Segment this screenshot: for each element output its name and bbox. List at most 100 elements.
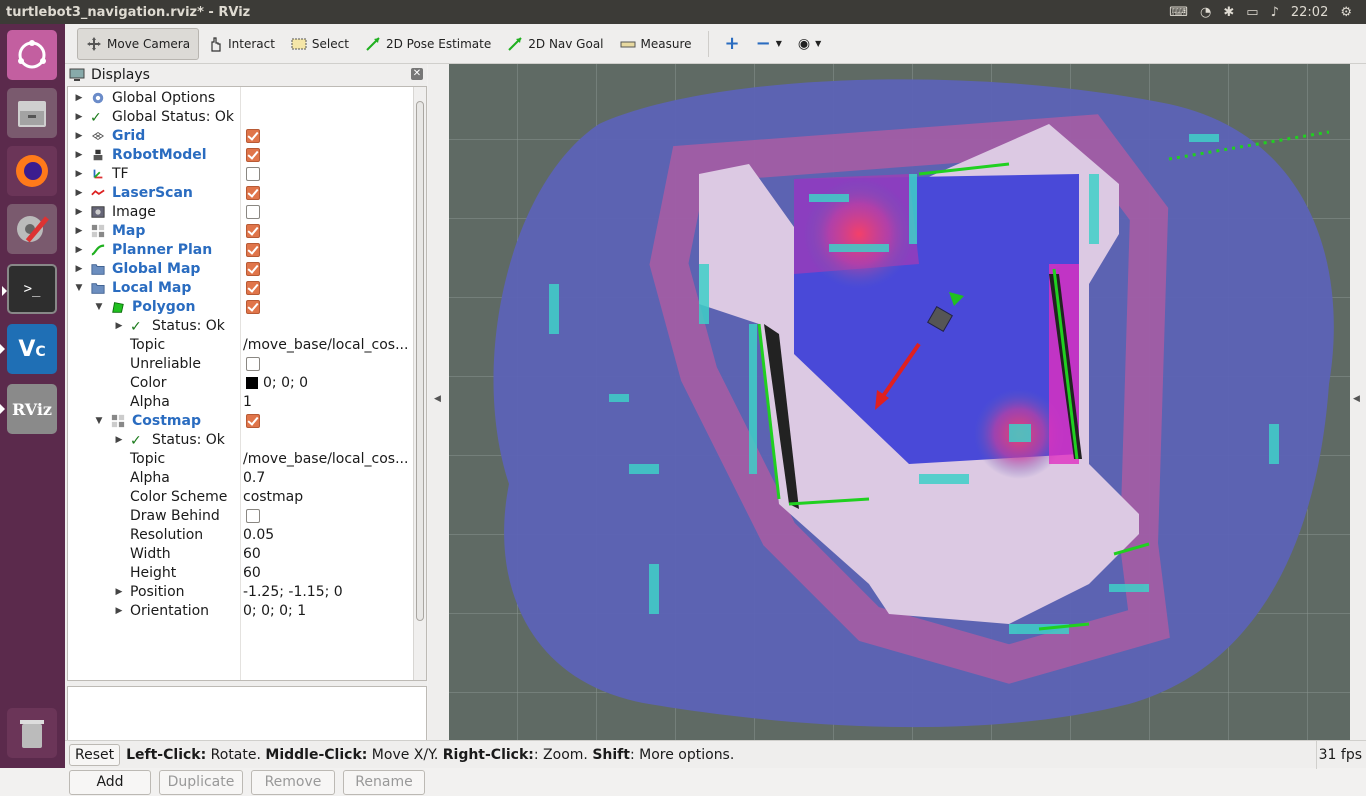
tf-enabled-checkbox[interactable]	[246, 166, 260, 181]
planner-plan-enabled-checkbox[interactable]	[246, 242, 260, 257]
tree-item-planner-plan[interactable]: ▶ Planner Plan	[68, 240, 414, 259]
property-costmap-topic[interactable]: Topic /move_base/local_cos...	[68, 449, 414, 468]
tree-item-laserscan[interactable]: ▶ LaserScan	[68, 183, 414, 202]
tree-item-tf[interactable]: ▶ TF	[68, 164, 414, 183]
property-costmap-orientation[interactable]: ▶ Orientation 0; 0; 0; 1	[68, 601, 414, 620]
global-map-enabled-checkbox[interactable]	[246, 261, 260, 276]
panel-button-row: Add Duplicate Remove Rename	[67, 770, 427, 796]
expand-arrow-icon[interactable]: ▶	[114, 435, 124, 445]
expand-arrow-icon[interactable]: ▶	[74, 169, 84, 179]
collapse-arrow-icon[interactable]: ▼	[74, 283, 84, 293]
system-settings-icon[interactable]	[7, 204, 57, 254]
robot-icon	[93, 149, 103, 160]
expand-arrow-icon[interactable]: ▶	[74, 93, 84, 103]
expand-arrow-icon[interactable]: ▶	[74, 207, 84, 217]
clock[interactable]: 22:02	[1291, 5, 1328, 20]
collapse-arrow-icon[interactable]: ▼	[94, 416, 104, 426]
draw-behind-checkbox[interactable]	[246, 508, 260, 523]
remove-button[interactable]: Remove	[251, 770, 335, 795]
collapse-arrow-icon[interactable]: ▼	[94, 302, 104, 312]
volume-icon[interactable]: ♪	[1271, 5, 1279, 20]
expand-arrow-icon[interactable]: ▶	[114, 587, 124, 597]
close-panel-icon[interactable]: ✕	[411, 68, 423, 80]
property-polygon-unreliable[interactable]: Unreliable	[68, 354, 414, 373]
vnc-viewer-icon[interactable]: VC	[0, 324, 57, 374]
tree-scrollbar[interactable]	[413, 87, 426, 680]
battery-icon[interactable]: ▭	[1246, 5, 1258, 20]
expand-arrow-icon[interactable]: ▶	[74, 112, 84, 122]
property-costmap-position[interactable]: ▶ Position -1.25; -1.15; 0	[68, 582, 414, 601]
duplicate-button[interactable]: Duplicate	[159, 770, 243, 795]
property-costmap-height[interactable]: Height 60	[68, 563, 414, 582]
property-costmap-alpha[interactable]: Alpha 0.7	[68, 468, 414, 487]
keyboard-icon[interactable]: ⌨	[1169, 5, 1188, 20]
expand-arrow-icon[interactable]: ▶	[74, 245, 84, 255]
move-camera-tool[interactable]: Move Camera	[77, 27, 200, 60]
tree-item-global-map[interactable]: ▶ Global Map	[68, 259, 414, 278]
expand-arrow-icon[interactable]: ▶	[114, 606, 124, 616]
tree-item-costmap-status[interactable]: ▶ ✓ Status: Ok	[68, 430, 414, 449]
add-button[interactable]: Add	[69, 770, 151, 795]
measure-tool[interactable]: Measure	[612, 28, 700, 60]
tree-item-robotmodel[interactable]: ▶ RobotModel	[68, 145, 414, 164]
nav-goal-tool[interactable]: 2D Nav Goal	[499, 28, 611, 60]
firefox-icon[interactable]	[7, 146, 57, 196]
right-dock-handle[interactable]: ◀	[1350, 64, 1366, 740]
property-polygon-alpha[interactable]: Alpha 1	[68, 392, 414, 411]
property-costmap-width[interactable]: Width 60	[68, 544, 414, 563]
pose-estimate-tool[interactable]: 2D Pose Estimate	[357, 28, 499, 60]
map-enabled-checkbox[interactable]	[246, 223, 260, 238]
map-grid-icon	[111, 414, 125, 427]
expand-arrow-icon[interactable]: ▶	[74, 131, 84, 141]
color-swatch[interactable]	[246, 376, 258, 389]
left-dock-handle[interactable]: ◀	[428, 64, 449, 740]
collapse-left-icon[interactable]: ◀	[434, 394, 441, 404]
property-polygon-color[interactable]: Color 0; 0; 0	[68, 373, 414, 392]
expand-arrow-icon[interactable]: ▶	[74, 226, 84, 236]
local-map-enabled-checkbox[interactable]	[246, 280, 260, 295]
tree-item-map[interactable]: ▶ Map	[68, 221, 414, 240]
bluetooth-icon[interactable]: ✱	[1223, 5, 1234, 20]
tree-item-polygon[interactable]: ▼ Polygon	[68, 297, 414, 316]
add-tool-button[interactable]: +	[717, 28, 748, 60]
files-icon[interactable]	[7, 88, 57, 138]
interact-tool[interactable]: Interact	[199, 28, 283, 60]
expand-arrow-icon[interactable]: ▶	[114, 321, 124, 331]
select-tool[interactable]: Select	[283, 28, 357, 60]
property-costmap-draw-behind[interactable]: Draw Behind	[68, 506, 414, 525]
expand-arrow-icon[interactable]: ▶	[74, 150, 84, 160]
costmap-enabled-checkbox[interactable]	[246, 413, 260, 428]
property-costmap-color-scheme[interactable]: Color Scheme costmap	[68, 487, 414, 506]
wifi-icon[interactable]: ◔	[1200, 5, 1211, 20]
tree-item-global-options[interactable]: ▶ Global Options	[68, 88, 414, 107]
rviz-icon[interactable]: RViz	[0, 384, 57, 434]
settings-gear-icon[interactable]: ⚙	[1340, 5, 1352, 20]
image-enabled-checkbox[interactable]	[246, 204, 260, 219]
tree-item-global-status[interactable]: ▶ ✓ Global Status: Ok	[68, 107, 414, 126]
tree-item-polygon-status[interactable]: ▶ ✓ Status: Ok	[68, 316, 414, 335]
unreliable-checkbox[interactable]	[246, 356, 260, 371]
rename-button[interactable]: Rename	[343, 770, 425, 795]
tree-item-image[interactable]: ▶ Image	[68, 202, 414, 221]
property-costmap-resolution[interactable]: Resolution 0.05	[68, 525, 414, 544]
monitor-icon	[69, 68, 85, 81]
3d-render-view[interactable]	[449, 64, 1350, 740]
panels-view-button[interactable]: ◉ ▼	[790, 28, 829, 60]
expand-right-icon[interactable]: ◀	[1353, 394, 1360, 404]
scrollbar-thumb[interactable]	[416, 101, 424, 621]
expand-arrow-icon[interactable]: ▶	[74, 188, 84, 198]
property-polygon-topic[interactable]: Topic /move_base/local_cos...	[68, 335, 414, 354]
tree-item-grid[interactable]: ▶ Grid	[68, 126, 414, 145]
terminal-icon[interactable]: >_	[2, 264, 57, 314]
remove-tool-button[interactable]: − ▼	[748, 28, 790, 60]
tree-item-costmap[interactable]: ▼ Costmap	[68, 411, 414, 430]
expand-arrow-icon[interactable]: ▶	[74, 264, 84, 274]
polygon-enabled-checkbox[interactable]	[246, 299, 260, 314]
reset-button[interactable]: Reset	[69, 743, 121, 766]
robotmodel-enabled-checkbox[interactable]	[246, 147, 260, 162]
tree-item-local-map[interactable]: ▼ Local Map	[68, 278, 414, 297]
ubuntu-dash-icon[interactable]	[7, 30, 57, 80]
laserscan-enabled-checkbox[interactable]	[246, 185, 260, 200]
trash-icon[interactable]	[7, 708, 57, 758]
grid-enabled-checkbox[interactable]	[246, 128, 260, 143]
